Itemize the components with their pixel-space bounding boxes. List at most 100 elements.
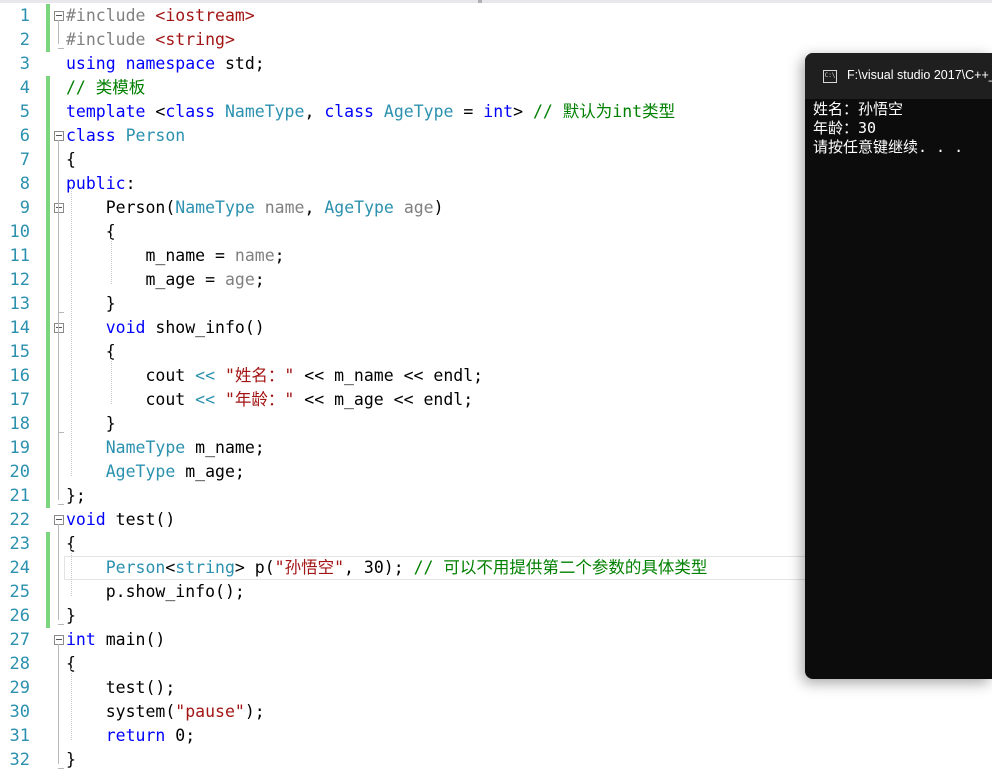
code-token: test(); [66,678,176,697]
code-token: Person [66,198,166,217]
code-text[interactable]: { [66,220,116,244]
code-token: }; [66,486,86,505]
line-number: 23 [9,534,30,554]
code-text[interactable]: } [66,604,76,628]
code-text[interactable]: using namespace std; [66,52,265,76]
collapse-icon[interactable] [54,11,64,21]
code-token: << [195,390,216,409]
code-line[interactable]: 29 test(); [0,676,992,700]
line-number: 11 [9,246,30,266]
line-number: 16 [9,366,30,386]
code-line[interactable]: 30 system("pause"); [0,700,992,724]
code-token: < [165,558,176,577]
collapse-icon[interactable] [54,515,64,525]
code-text[interactable]: m_name = name; [66,244,285,268]
code-text[interactable]: // 类模板 [66,76,145,100]
line-number: 6 [19,126,30,146]
code-token: system( [66,702,176,721]
code-token: ) [433,198,444,217]
collapse-icon[interactable] [54,323,64,333]
code-text[interactable]: void show_info() [66,316,265,340]
top-border [0,0,992,3]
code-token: } [66,750,76,769]
code-text[interactable]: { [66,148,76,172]
code-token: ; [274,246,285,265]
code-text[interactable]: int main() [66,628,165,652]
code-token: using [66,54,126,73]
line-number: 25 [9,582,30,602]
code-line[interactable]: 1 #include <iostream> [0,4,992,28]
code-token: = [453,102,484,121]
change-indicator [46,316,50,340]
code-text[interactable]: cout << "年龄：" << m_age << endl; [66,388,473,412]
code-token: p.show_info(); [66,582,245,601]
code-text[interactable]: cout << "姓名：" << m_name << endl; [66,364,483,388]
code-token: AgeType [383,102,454,121]
collapse-icon[interactable] [54,131,64,141]
code-text[interactable]: Person(NameType name, AgeType age) [66,196,444,220]
code-text[interactable]: p.show_info(); [66,580,245,604]
outline-end-marker [58,48,64,49]
code-text[interactable]: test(); [66,676,176,700]
outline-guide [58,644,59,764]
code-token: m_name; [185,438,265,457]
code-line[interactable]: 2 #include <string> [0,28,992,52]
code-text[interactable]: } [66,412,116,436]
console-window[interactable]: C:\ F:\visual studio 2017\C++_ 姓名：孙悟空 年龄… [805,53,992,679]
code-token: cout [66,390,196,409]
code-text[interactable]: #include <iostream> [66,4,255,28]
line-number: 5 [19,102,30,122]
code-token: << m_age << endl; [294,390,474,409]
code-text[interactable]: { [66,340,116,364]
code-token: class [66,126,126,145]
line-number: 8 [19,174,30,194]
code-text[interactable]: class Person [66,124,185,148]
outline-guide [58,332,59,428]
code-token: // 可以不用提供第二个参数的具体类型 [413,558,708,577]
code-token: > p( [234,558,275,577]
code-line[interactable]: 32} [0,748,992,772]
console-app-icon: C:\ [823,70,837,83]
code-text[interactable]: system("pause"); [66,700,265,724]
line-number: 17 [9,390,30,410]
code-token: void [66,510,106,529]
code-token: name [264,198,305,217]
code-text[interactable]: }; [66,484,86,508]
collapse-icon[interactable] [54,203,64,213]
change-indicator [46,28,50,52]
code-token: cout [66,366,196,385]
collapse-icon[interactable] [54,635,64,645]
code-text[interactable]: void test() [66,508,175,532]
line-number: 7 [19,150,30,170]
code-text[interactable]: } [66,748,76,772]
code-line[interactable]: 31 return 0; [0,724,992,748]
line-number: 4 [19,78,30,98]
code-text[interactable]: public: [66,172,136,196]
code-token: namespace [125,54,225,73]
code-text[interactable]: m_age = age; [66,268,264,292]
code-text[interactable]: NameType m_name; [66,436,265,460]
change-indicator [46,4,50,28]
code-token: NameType [105,438,186,457]
code-text[interactable]: } [66,292,116,316]
code-token: , [304,102,325,121]
indent-guide [71,188,72,476]
code-text[interactable]: Person<string> p("孙悟空", 30); // 可以不用提供第二… [66,556,708,580]
console-line: 请按任意键继续. . . [813,138,964,156]
scroll-marker [478,0,482,3]
code-token: name [234,246,275,265]
code-token: , 30); [344,558,414,577]
console-title-bar[interactable]: C:\ F:\visual studio 2017\C++_ [805,53,992,99]
code-text[interactable]: return 0; [66,724,195,748]
line-number: 2 [19,30,30,50]
code-token: template [66,102,156,121]
change-indicator [46,76,50,100]
code-text[interactable]: AgeType m_age; [66,460,245,484]
line-number: 31 [9,726,30,746]
code-text[interactable]: #include <string> [66,28,235,52]
code-token: string [175,558,235,577]
line-number: 27 [9,630,30,650]
code-text[interactable]: template <class NameType, class AgeType … [66,100,675,124]
